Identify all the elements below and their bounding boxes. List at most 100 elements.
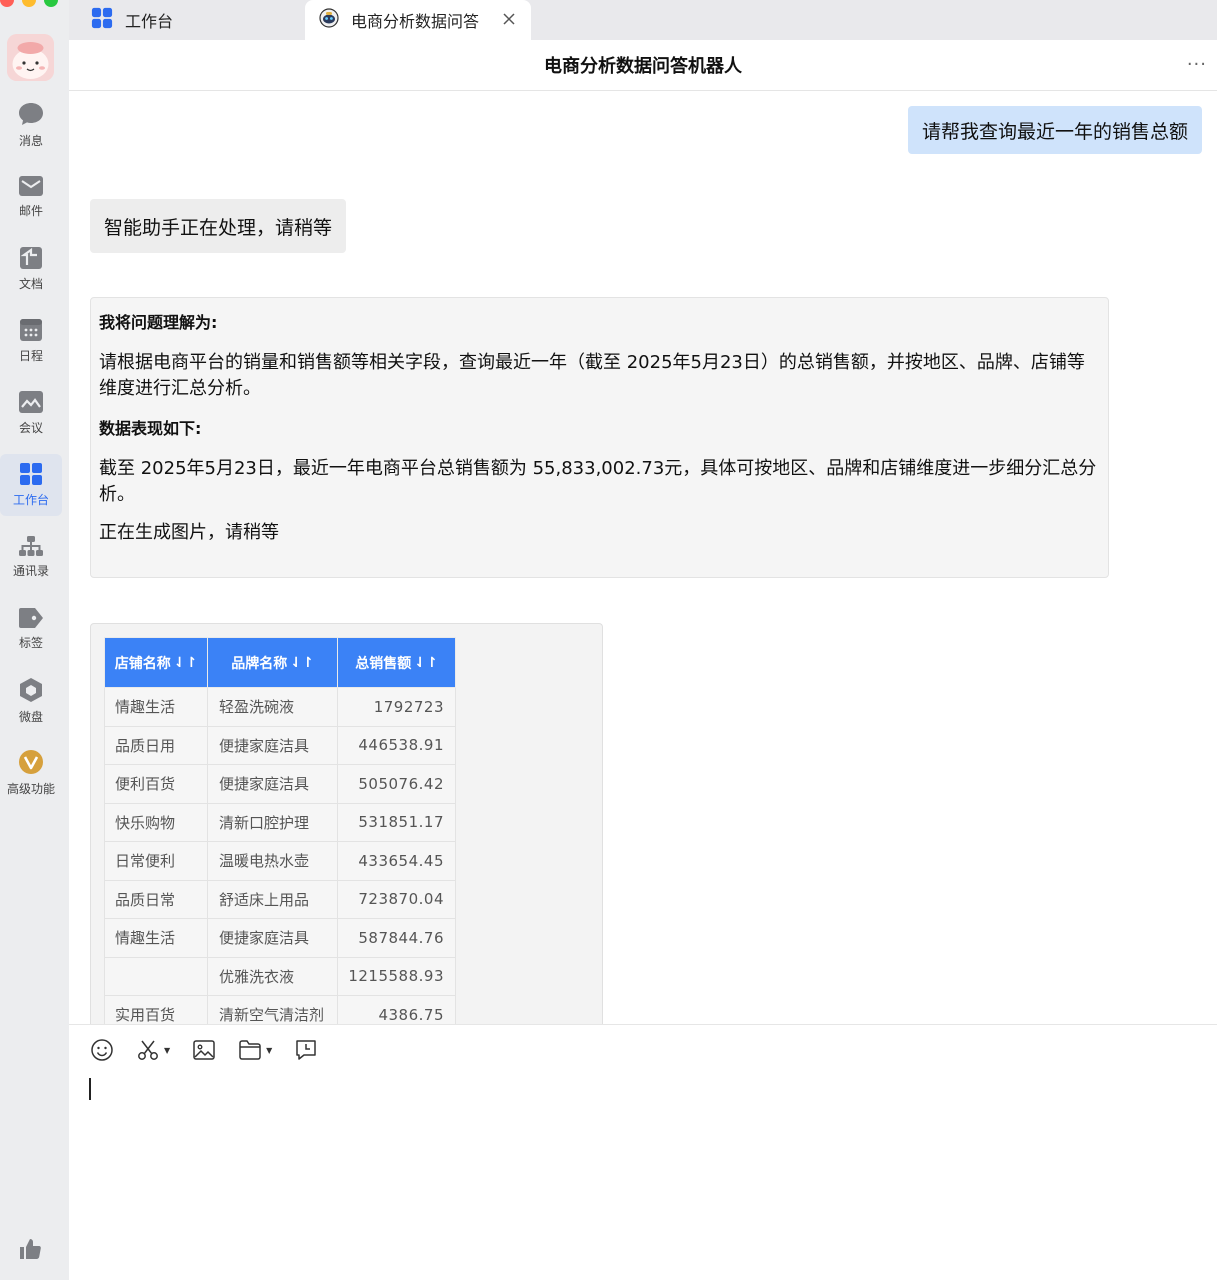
user-message-bubble: 请帮我查询最近一年的销售总额: [907, 106, 1202, 154]
user-message-text: 请帮我查询最近一年的销售总额: [921, 120, 1188, 143]
cell-brand: 轻盈洗碗液: [207, 687, 338, 727]
sidebar-item-label: 高级功能: [6, 782, 55, 796]
cell-store: 日常便利: [104, 841, 208, 881]
sidebar-item-docs[interactable]: 文档: [0, 238, 62, 300]
tab-workbench[interactable]: 工作台: [69, 0, 305, 40]
sort-arrows-icon[interactable]: ⇃↾: [174, 655, 197, 671]
answer-data-summary: 截至 2025年5月23日，最近一年电商平台总销售额为 55,833,002.7…: [99, 458, 1097, 505]
emoji-icon: [91, 1039, 113, 1061]
cell-store: 情趣生活: [104, 687, 208, 727]
sidebar-item-drive[interactable]: 微盘: [0, 670, 62, 732]
sidebar-item-meeting[interactable]: 会议: [0, 382, 62, 444]
cell-total-sales: 531851.17: [337, 802, 456, 842]
cell-total-sales: 4386.75: [337, 995, 456, 1025]
sidebar: 消息 邮件 文档 日程 会议 工作台 通讯录 标签 微盘 高级功能: [0, 0, 69, 1280]
image-button[interactable]: [192, 1038, 216, 1062]
table-row: 情趣生活 便捷家庭洁具 587844.76: [104, 918, 456, 958]
cell-brand: 清新空气清洁剂: [207, 995, 338, 1025]
avatar[interactable]: [7, 34, 54, 81]
cell-brand: 清新口腔护理: [207, 802, 338, 842]
chat-history-button[interactable]: [294, 1038, 318, 1062]
screenshot-button[interactable]: ▼: [136, 1038, 170, 1062]
close-tab-icon[interactable]: [501, 11, 517, 31]
file-button[interactable]: ▼: [238, 1039, 272, 1061]
column-header-brand[interactable]: 品牌名称 ⇃↾: [207, 637, 338, 688]
sidebar-item-label: 工作台: [12, 493, 49, 507]
document-icon: [20, 247, 42, 269]
message-input[interactable]: [90, 1077, 1190, 1107]
workbench-grid-icon: [20, 463, 42, 485]
table-row: 优雅洗衣液 1215588.93: [104, 956, 456, 996]
text-cursor: [89, 1078, 91, 1100]
sales-table: 店铺名称 ⇃↾ 品牌名称 ⇃↾ 总销售额 ⇃↾ 情趣生活 轻盈洗碗液 1792723 品质日…: [104, 637, 456, 1025]
table-row: 品质日常 舒适床上用品 723870.04: [104, 879, 456, 919]
table-row: 实用百货 清新空气清洁剂 4386.75: [104, 995, 456, 1025]
minimize-window-button[interactable]: [22, 0, 36, 7]
column-header-store[interactable]: 店铺名称 ⇃↾: [104, 637, 208, 688]
sidebar-item-premium[interactable]: 高级功能: [0, 742, 62, 804]
cell-store: 情趣生活: [104, 918, 208, 958]
cell-total-sales: 446538.91: [337, 725, 456, 765]
sidebar-item-label: 文档: [18, 277, 43, 291]
chevron-down-icon[interactable]: ▼: [164, 1046, 170, 1055]
org-chart-icon: [19, 536, 43, 556]
sidebar-item-mail[interactable]: 邮件: [0, 166, 62, 228]
chat-history-icon: [296, 1040, 317, 1060]
column-header-total-sales[interactable]: 总销售额 ⇃↾: [337, 637, 456, 688]
answer-interpretation: 请根据电商平台的销量和销售额等相关字段，查询最近一年（截至 2025年5月23日…: [99, 352, 1085, 399]
thumbs-up-icon[interactable]: [18, 1237, 42, 1265]
cell-total-sales: 723870.04: [337, 879, 456, 919]
sidebar-item-label: 标签: [18, 636, 43, 650]
sidebar-item-contacts[interactable]: 通讯录: [0, 526, 62, 588]
cell-brand: 优雅洗衣液: [207, 956, 338, 996]
bot-status-text: 智能助手正在处理，请稍等: [104, 216, 333, 239]
chevron-down-icon[interactable]: ▼: [266, 1046, 272, 1055]
composer-toolbar: ▼ ▼: [90, 1038, 340, 1062]
tab-label: 电商分析数据问答: [351, 12, 480, 31]
cell-total-sales: 1215588.93: [337, 956, 456, 996]
chat-bubble-icon: [19, 103, 43, 125]
sidebar-item-calendar[interactable]: 日程: [0, 310, 62, 372]
meeting-icon: [19, 391, 43, 413]
sidebar-item-label: 日程: [18, 349, 43, 363]
answer-generating-image: 正在生成图片，请稍等: [99, 522, 279, 543]
folder-icon: [239, 1040, 261, 1060]
emoji-button[interactable]: [90, 1038, 114, 1062]
premium-v-icon: [19, 750, 43, 774]
tab-label: 工作台: [125, 12, 174, 31]
chat-header: 电商分析数据问答机器人 ···: [69, 40, 1217, 91]
cell-total-sales: 433654.45: [337, 841, 456, 881]
zoom-window-button[interactable]: [44, 0, 58, 7]
bot-answer-card: 我将问题理解为: 请根据电商平台的销量和销售额等相关字段，查询最近一年（截至 2…: [90, 297, 1109, 578]
cell-store: 品质日用: [104, 725, 208, 765]
sidebar-item-workbench[interactable]: 工作台: [0, 454, 62, 516]
sidebar-item-messages[interactable]: 消息: [0, 94, 62, 156]
cell-total-sales: 1792723: [337, 687, 456, 727]
more-options-button[interactable]: ···: [1187, 54, 1207, 75]
sort-arrows-icon[interactable]: ⇃↾: [414, 655, 437, 671]
table-row: 便利百货 便捷家庭洁具 505076.42: [104, 764, 456, 804]
cell-brand: 便捷家庭洁具: [207, 918, 338, 958]
sidebar-item-label: 消息: [18, 134, 43, 148]
tab-ecommerce-qa[interactable]: 电商分析数据问答: [305, 0, 531, 40]
cell-total-sales: 505076.42: [337, 764, 456, 804]
window-controls: [0, 0, 58, 7]
close-window-button[interactable]: [0, 0, 14, 7]
table-row: 品质日用 便捷家庭洁具 446538.91: [104, 725, 456, 765]
cell-brand: 舒适床上用品: [207, 879, 338, 919]
sidebar-item-label: 微盘: [18, 710, 43, 724]
sidebar-item-tags[interactable]: 标签: [0, 598, 62, 660]
cell-brand: 便捷家庭洁具: [207, 764, 338, 804]
cell-brand: 温暖电热水壶: [207, 841, 338, 881]
app-window: 消息 邮件 文档 日程 会议 工作台 通讯录 标签 微盘 高级功能 工作台 电商…: [0, 0, 1217, 1280]
cell-store: 便利百货: [104, 764, 208, 804]
sort-arrows-icon[interactable]: ⇃↾: [290, 655, 313, 671]
cloud-drive-icon: [20, 678, 42, 702]
sales-table-image[interactable]: 店铺名称 ⇃↾ 品牌名称 ⇃↾ 总销售额 ⇃↾ 情趣生活 轻盈洗碗液 1792723 品质日…: [90, 623, 603, 1025]
tag-icon: [19, 608, 43, 628]
bot-avatar-icon: [319, 8, 339, 32]
table-header-row: 店铺名称 ⇃↾ 品牌名称 ⇃↾ 总销售额 ⇃↾: [104, 637, 456, 688]
sidebar-item-label: 会议: [18, 421, 43, 435]
table-row: 日常便利 温暖电热水壶 433654.45: [104, 841, 456, 881]
cell-total-sales: 587844.76: [337, 918, 456, 958]
